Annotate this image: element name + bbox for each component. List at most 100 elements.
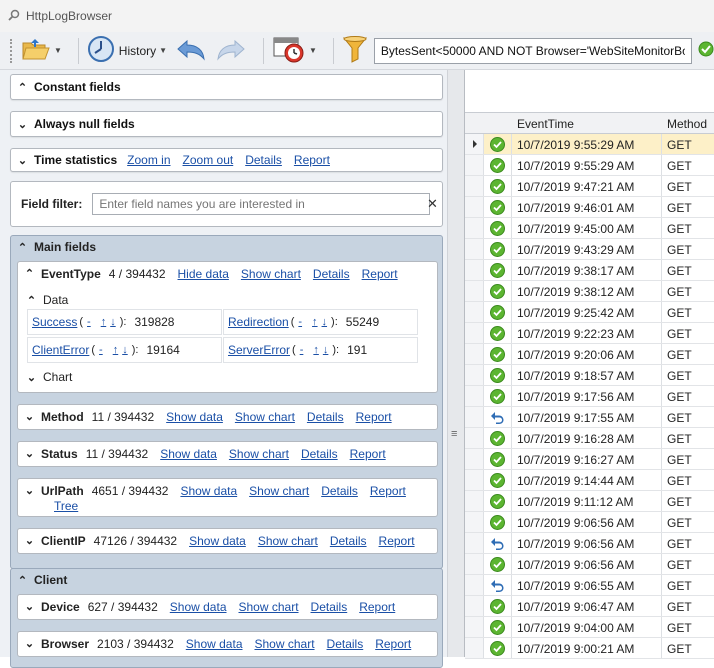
row-selector[interactable]: [465, 575, 484, 595]
forward-button[interactable]: [215, 37, 247, 64]
chevron-down-double-icon[interactable]: ⌄: [24, 410, 35, 423]
zoom-in-link[interactable]: Zoom in: [127, 153, 170, 167]
row-selector[interactable]: [465, 155, 484, 175]
chevron-up-double-icon[interactable]: ⌃: [26, 294, 37, 307]
exclude-link[interactable]: -: [99, 344, 103, 356]
table-row[interactable]: 10/7/2019 9:06:47 AM GET: [465, 596, 714, 617]
report-link[interactable]: Report: [356, 410, 392, 424]
details-link[interactable]: Details: [307, 410, 344, 424]
table-row[interactable]: 10/7/2019 9:06:56 AM GET: [465, 533, 714, 554]
row-selector[interactable]: [465, 428, 484, 448]
back-button[interactable]: [175, 37, 207, 64]
row-selector[interactable]: [465, 365, 484, 385]
row-selector[interactable]: [465, 197, 484, 217]
table-row[interactable]: 10/7/2019 9:47:21 AM GET: [465, 176, 714, 197]
table-row[interactable]: 10/7/2019 9:22:23 AM GET: [465, 323, 714, 344]
chevron-down-double-icon[interactable]: ⌄: [24, 484, 35, 497]
row-selector[interactable]: [465, 449, 484, 469]
table-row[interactable]: 10/7/2019 9:46:01 AM GET: [465, 197, 714, 218]
table-row[interactable]: 10/7/2019 9:06:56 AM GET: [465, 512, 714, 533]
details-link[interactable]: Details: [313, 267, 350, 281]
chevron-down-icon[interactable]: ▼: [159, 46, 167, 55]
field-header[interactable]: ⌄ Device 627 / 394432 Show data Show cha…: [18, 595, 437, 618]
table-row[interactable]: 10/7/2019 9:18:57 AM GET: [465, 365, 714, 386]
details-link[interactable]: Details: [311, 600, 348, 614]
row-selector[interactable]: [465, 239, 484, 259]
chevron-down-icon[interactable]: ▼: [309, 46, 317, 55]
exclude-link[interactable]: -: [87, 316, 91, 328]
table-row[interactable]: 10/7/2019 9:55:29 AM GET: [465, 155, 714, 176]
apply-filter-icon[interactable]: [698, 41, 714, 60]
show-data-link[interactable]: Show data: [189, 534, 246, 548]
row-selector[interactable]: [465, 260, 484, 280]
field-filter-input[interactable]: [92, 193, 431, 215]
details-link[interactable]: Details: [321, 484, 358, 498]
chevron-down-double-icon[interactable]: ⌄: [24, 447, 35, 460]
chevron-up-double-icon[interactable]: ⌃: [17, 81, 28, 94]
chevron-up-double-icon[interactable]: ⌃: [17, 574, 28, 587]
row-selector[interactable]: [465, 491, 484, 511]
value-name-link[interactable]: Redirection: [228, 315, 289, 329]
row-selector[interactable]: [465, 344, 484, 364]
table-row[interactable]: 10/7/2019 9:14:44 AM GET: [465, 470, 714, 491]
zoom-out-link[interactable]: Zoom out: [183, 153, 234, 167]
report-link[interactable]: Report: [375, 637, 411, 651]
table-row[interactable]: 10/7/2019 9:45:00 AM GET: [465, 218, 714, 239]
chevron-down-double-icon[interactable]: ⌄: [24, 534, 35, 547]
open-button[interactable]: ▼: [21, 37, 62, 64]
show-chart-link[interactable]: Show chart: [255, 637, 315, 651]
value-name-link[interactable]: ClientError: [32, 343, 89, 357]
tree-link[interactable]: Tree: [54, 499, 78, 513]
details-link[interactable]: Details: [245, 153, 282, 167]
sort-up-link[interactable]: ↑: [312, 316, 318, 328]
constant-fields-section[interactable]: ⌃ Constant fields: [10, 74, 443, 100]
report-link[interactable]: Report: [370, 484, 406, 498]
sort-down-link[interactable]: ↓: [110, 316, 116, 328]
always-null-fields-section[interactable]: ⌄ Always null fields: [10, 111, 443, 137]
table-row[interactable]: 10/7/2019 9:06:55 AM GET: [465, 575, 714, 596]
table-row[interactable]: 10/7/2019 9:16:28 AM GET: [465, 428, 714, 449]
sort-down-link[interactable]: ↓: [322, 316, 328, 328]
table-row[interactable]: 10/7/2019 9:55:29 AM GET: [465, 134, 714, 155]
show-data-link[interactable]: Show data: [160, 447, 217, 461]
table-row[interactable]: 10/7/2019 9:17:55 AM GET: [465, 407, 714, 428]
show-chart-link[interactable]: Show chart: [241, 267, 301, 281]
chevron-down-double-icon[interactable]: ⌄: [26, 371, 37, 384]
field-header[interactable]: ⌄ UrlPath 4651 / 394432 Show data Show c…: [18, 479, 437, 502]
table-row[interactable]: 10/7/2019 9:25:42 AM GET: [465, 302, 714, 323]
panel-splitter[interactable]: ≡: [447, 70, 465, 657]
table-row[interactable]: 10/7/2019 9:16:27 AM GET: [465, 449, 714, 470]
chevron-down-double-icon[interactable]: ⌄: [17, 154, 28, 167]
table-row[interactable]: 10/7/2019 9:43:29 AM GET: [465, 239, 714, 260]
show-data-link[interactable]: Show data: [166, 410, 223, 424]
splitter-grip-icon[interactable]: ≡: [451, 428, 457, 440]
details-link[interactable]: Details: [327, 637, 364, 651]
table-row[interactable]: 10/7/2019 9:20:06 AM GET: [465, 344, 714, 365]
show-chart-link[interactable]: Show chart: [258, 534, 318, 548]
row-selector[interactable]: [465, 407, 484, 427]
report-link[interactable]: Report: [379, 534, 415, 548]
sort-up-link[interactable]: ↑: [101, 316, 107, 328]
show-chart-link[interactable]: Show chart: [239, 600, 299, 614]
row-selector[interactable]: [465, 218, 484, 238]
chevron-down-icon[interactable]: ▼: [54, 46, 62, 55]
row-selector[interactable]: [465, 554, 484, 574]
table-row[interactable]: 10/7/2019 9:04:00 AM GET: [465, 617, 714, 638]
exclude-link[interactable]: -: [300, 344, 304, 356]
report-link[interactable]: Report: [350, 447, 386, 461]
row-selector[interactable]: [465, 134, 484, 154]
row-selector[interactable]: [465, 281, 484, 301]
column-header-eventtime[interactable]: EventTime: [517, 117, 574, 131]
chevron-down-double-icon[interactable]: ⌄: [24, 600, 35, 613]
table-row[interactable]: 10/7/2019 9:00:21 AM GET: [465, 638, 714, 659]
table-row[interactable]: 10/7/2019 9:38:17 AM GET: [465, 260, 714, 281]
show-data-link[interactable]: Show data: [186, 637, 243, 651]
row-selector[interactable]: [465, 323, 484, 343]
chevron-up-double-icon[interactable]: ⌃: [24, 267, 35, 280]
funnel-filter-icon[interactable]: [342, 35, 368, 66]
sort-down-link[interactable]: ↓: [323, 344, 329, 356]
hide-data-link[interactable]: Hide data: [178, 267, 229, 281]
row-selector[interactable]: [465, 302, 484, 322]
sort-down-link[interactable]: ↓: [122, 344, 128, 356]
value-name-link[interactable]: ServerError: [228, 343, 290, 357]
